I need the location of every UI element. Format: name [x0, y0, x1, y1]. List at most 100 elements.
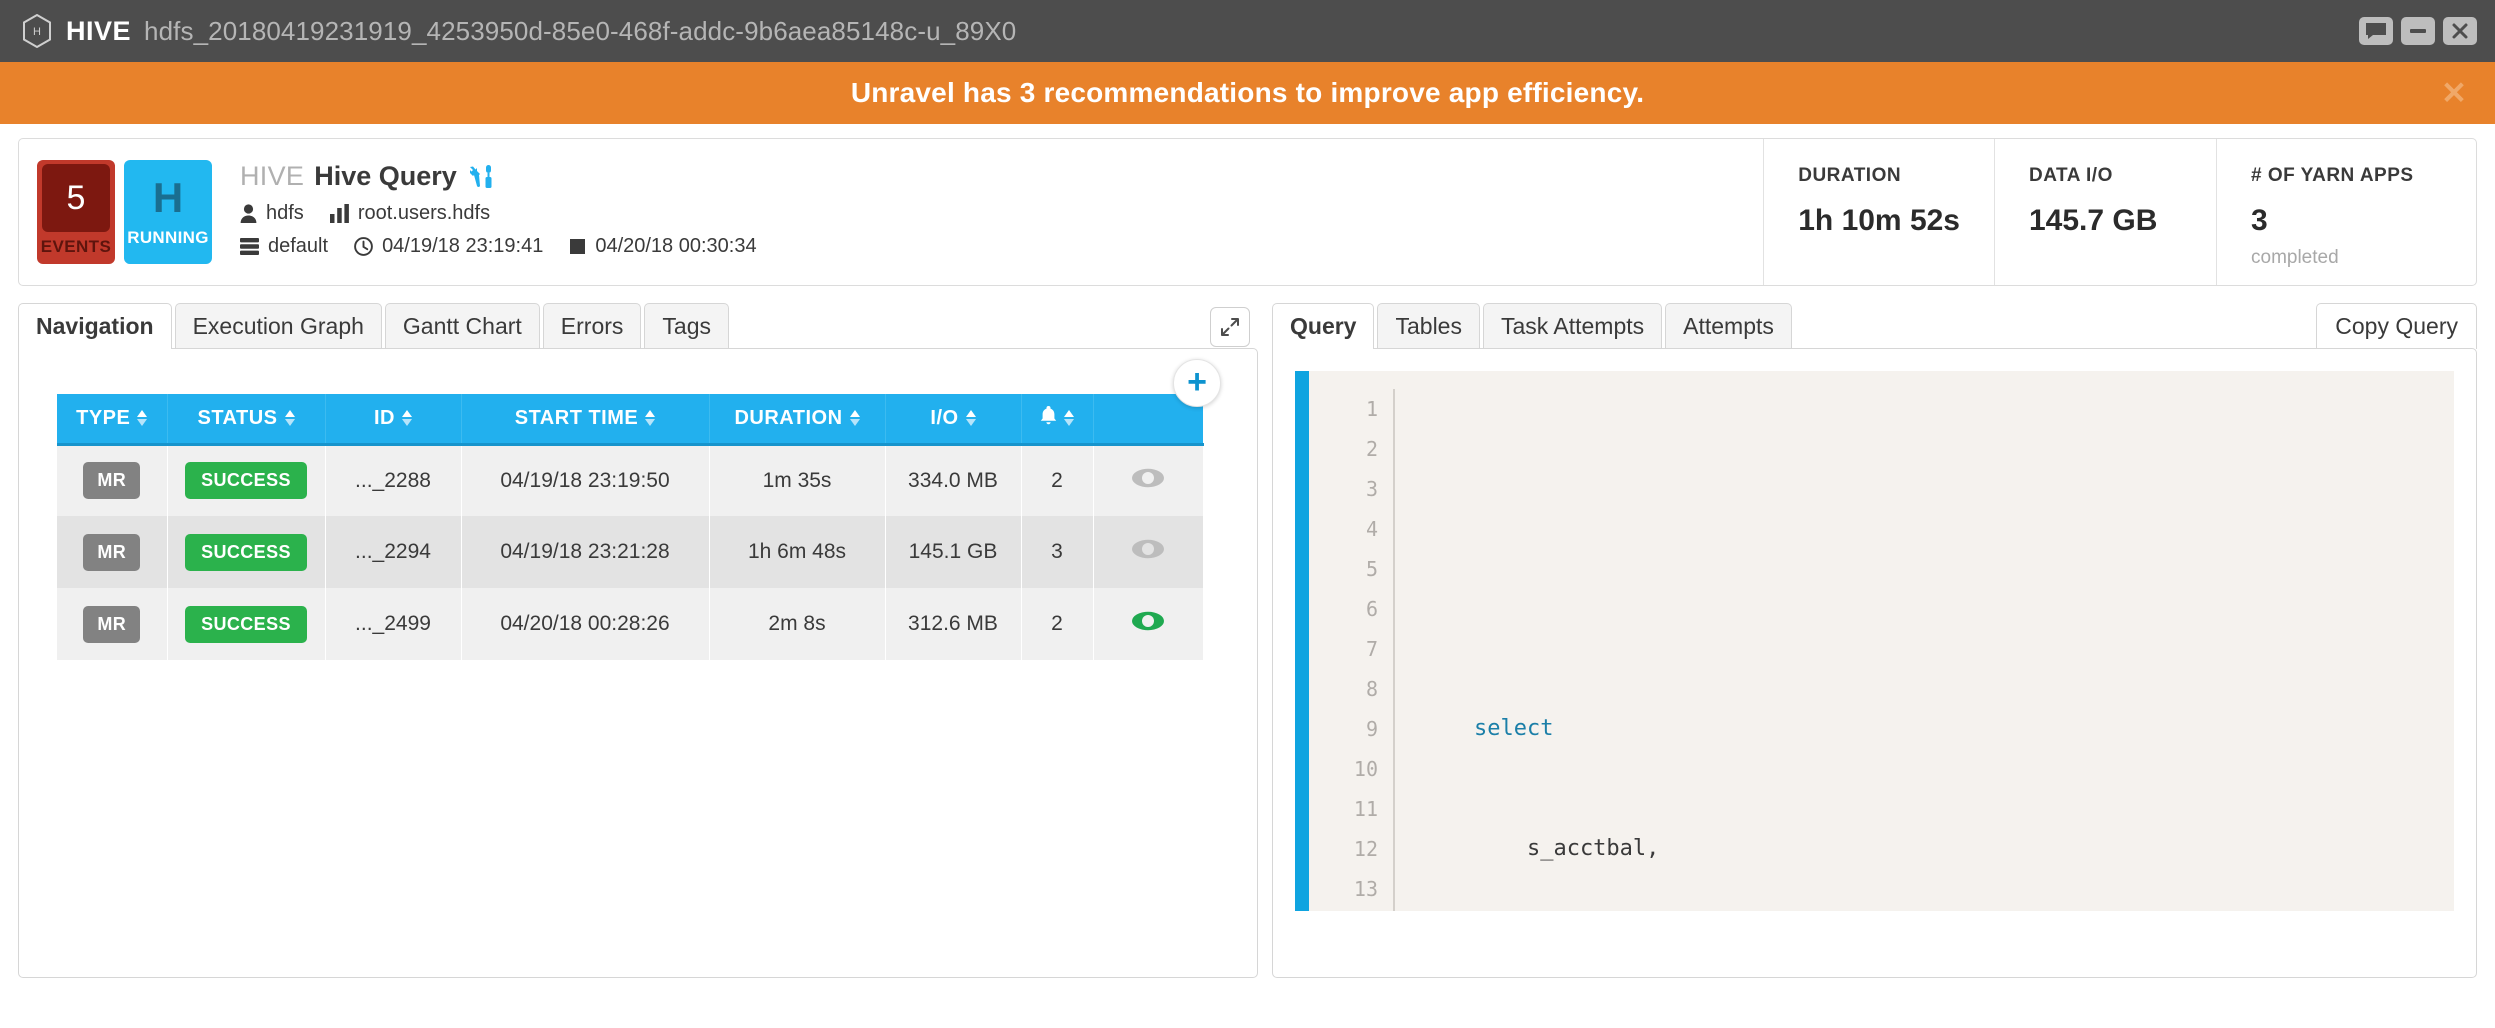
title-bar: H HIVE hdfs_20180419231919_4253950d-85e0… — [0, 0, 2495, 62]
meta-user-value: hdfs — [266, 202, 304, 224]
app-label: HIVE — [66, 15, 132, 46]
col-duration-label: DURATION — [734, 406, 843, 429]
navigation-panel: Navigation Execution Graph Gantt Chart E… — [18, 303, 1258, 978]
tab-task-attempts[interactable]: Task Attempts — [1482, 303, 1663, 349]
cell-start-time: 04/19/18 23:19:50 — [461, 444, 710, 516]
plus-icon: + — [1187, 362, 1207, 401]
right-tabstrip: Query Tables Task Attempts Attempts Copy… — [1272, 303, 2477, 349]
metric-yarn-apps-value: 3 — [2251, 204, 2268, 237]
bell-icon — [1040, 405, 1057, 431]
tab-tables[interactable]: Tables — [1377, 303, 1480, 349]
table-row[interactable]: MR SUCCESS ..._2499 04/20/18 00:28:26 2m… — [57, 588, 1204, 660]
minimize-icon[interactable] — [2401, 17, 2435, 45]
cell-io: 312.6 MB — [885, 588, 1022, 660]
add-column-button[interactable]: + — [1173, 359, 1221, 407]
tab-gantt-chart[interactable]: Gantt Chart — [384, 303, 540, 349]
col-id[interactable]: ID — [325, 394, 462, 446]
status-badge: SUCCESS — [185, 605, 307, 643]
cell-status: SUCCESS — [167, 588, 326, 660]
app-identity: HIVE Hive Query hdfs root.users.hdfs def… — [212, 139, 1763, 285]
meta-end-time-value: 04/20/18 00:30:34 — [595, 235, 757, 257]
cell-id: ..._2294 — [325, 516, 462, 588]
tab-errors[interactable]: Errors — [542, 303, 642, 349]
meta-row-2: default 04/19/18 23:19:41 04/20/18 00:30… — [240, 235, 1763, 258]
window-controls — [2359, 17, 2477, 45]
expand-diagonal-icon[interactable] — [1210, 307, 1250, 347]
banner-close-icon[interactable]: ✕ — [2441, 78, 2467, 109]
col-duration[interactable]: DURATION — [709, 394, 886, 446]
line-number: 3 — [1365, 477, 1378, 501]
left-tabstrip: Navigation Execution Graph Gantt Chart E… — [18, 303, 1258, 349]
line-number: 4 — [1365, 517, 1378, 541]
sort-arrows-icon — [284, 410, 295, 427]
tab-query[interactable]: Query — [1272, 303, 1375, 349]
line-number: 10 — [1353, 757, 1378, 781]
meta-end-time: 04/20/18 00:30:34 — [569, 235, 757, 258]
metric-yarn-apps-label: # OF YARN APPS — [2251, 165, 2414, 186]
table-row[interactable]: MR SUCCESS ..._2288 04/19/18 23:19:50 1m… — [57, 444, 1204, 516]
tab-tags[interactable]: Tags — [644, 303, 730, 349]
cell-visibility[interactable] — [1093, 588, 1204, 660]
cell-io: 334.0 MB — [885, 444, 1022, 516]
table-row[interactable]: MR SUCCESS ..._2294 04/19/18 23:21:28 1h… — [57, 516, 1204, 588]
meta-start-time-value: 04/19/18 23:19:41 — [382, 235, 544, 257]
metric-yarn-apps: # OF YARN APPS 3 completed — [2216, 139, 2476, 285]
sql-code-viewer[interactable]: 1 2 3 4 5 6 7 8 9 10 11 12 13 14 — [1295, 371, 2454, 911]
cell-visibility[interactable] — [1093, 516, 1204, 588]
col-status[interactable]: STATUS — [167, 394, 326, 446]
query-body: 1 2 3 4 5 6 7 8 9 10 11 12 13 14 — [1272, 348, 2477, 978]
col-alerts[interactable] — [1021, 394, 1094, 446]
eye-icon[interactable] — [1131, 610, 1165, 638]
copy-query-button[interactable]: Copy Query — [2316, 303, 2477, 349]
query-panel: Query Tables Task Attempts Attempts Copy… — [1272, 303, 2477, 978]
col-start-time-label: START TIME — [514, 406, 639, 429]
sql-code-lines: select s_acctbal, s_name, n_name, p_part… — [1395, 389, 1659, 911]
line-number: 8 — [1365, 677, 1378, 701]
tab-execution-graph[interactable]: Execution Graph — [174, 303, 382, 349]
close-icon[interactable] — [2443, 17, 2477, 45]
cell-duration: 2m 8s — [709, 588, 886, 660]
metric-data-io-label: DATA I/O — [2029, 165, 2113, 186]
sort-arrows-icon — [965, 410, 976, 427]
col-io-label: I/O — [930, 406, 959, 429]
table-header-row: TYPE STATUS ID START TIME DURATION I/O — [57, 394, 1203, 446]
cell-start-time: 04/20/18 00:28:26 — [461, 588, 710, 660]
yarn-apps-table-wrapper: TYPE STATUS ID START TIME DURATION I/O M… — [19, 349, 1257, 660]
page-title: Hive Query — [314, 161, 457, 191]
tab-navigation[interactable]: Navigation — [18, 303, 172, 349]
metric-data-io: DATA I/O 145.7 GB — [1994, 139, 2216, 285]
wrench-screwdriver-icon[interactable] — [467, 163, 495, 191]
line-number: 1 — [1365, 397, 1378, 421]
meta-database-value: default — [268, 235, 329, 257]
line-number: 7 — [1365, 637, 1378, 661]
meta-database: default — [240, 235, 328, 258]
cell-duration: 1m 35s — [709, 444, 886, 516]
chat-icon[interactable] — [2359, 17, 2393, 45]
database-icon — [240, 237, 259, 256]
col-start-time[interactable]: START TIME — [461, 394, 710, 446]
yarn-apps-table-body: MR SUCCESS ..._2288 04/19/18 23:19:50 1m… — [57, 444, 1204, 660]
cell-status: SUCCESS — [167, 444, 326, 516]
eye-icon[interactable] — [1131, 467, 1165, 495]
status-badges: 5 EVENTS H RUNNING — [19, 139, 212, 285]
cell-visibility[interactable] — [1093, 444, 1204, 516]
eye-icon[interactable] — [1131, 538, 1165, 566]
line-number-gutter: 1 2 3 4 5 6 7 8 9 10 11 12 13 14 — [1309, 389, 1395, 911]
col-io[interactable]: I/O — [885, 394, 1022, 446]
cell-start-time: 04/19/18 23:21:28 — [461, 516, 710, 588]
sort-arrows-icon — [849, 410, 860, 427]
cell-type: MR — [57, 444, 168, 516]
app-type-label: HIVE — [240, 161, 305, 191]
hive-hexagon-icon: H — [23, 14, 51, 48]
cell-io: 145.1 GB — [885, 516, 1022, 588]
col-type[interactable]: TYPE — [57, 394, 168, 446]
user-icon — [240, 204, 257, 223]
tab-attempts[interactable]: Attempts — [1665, 303, 1792, 349]
line-number: 13 — [1353, 877, 1378, 901]
col-status-label: STATUS — [197, 406, 278, 429]
events-badge[interactable]: 5 EVENTS — [37, 160, 115, 264]
metrics-group: DURATION 1h 10m 52s DATA I/O 145.7 GB # … — [1763, 139, 2476, 285]
svg-text:H: H — [33, 26, 41, 38]
